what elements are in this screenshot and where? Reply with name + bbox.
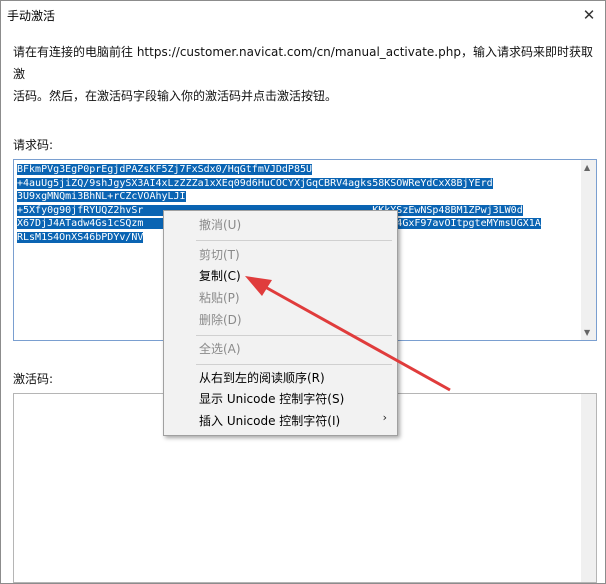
arrow-shaft [257,281,451,392]
annotation-arrow [245,276,451,392]
arrow-head-icon [245,276,272,296]
